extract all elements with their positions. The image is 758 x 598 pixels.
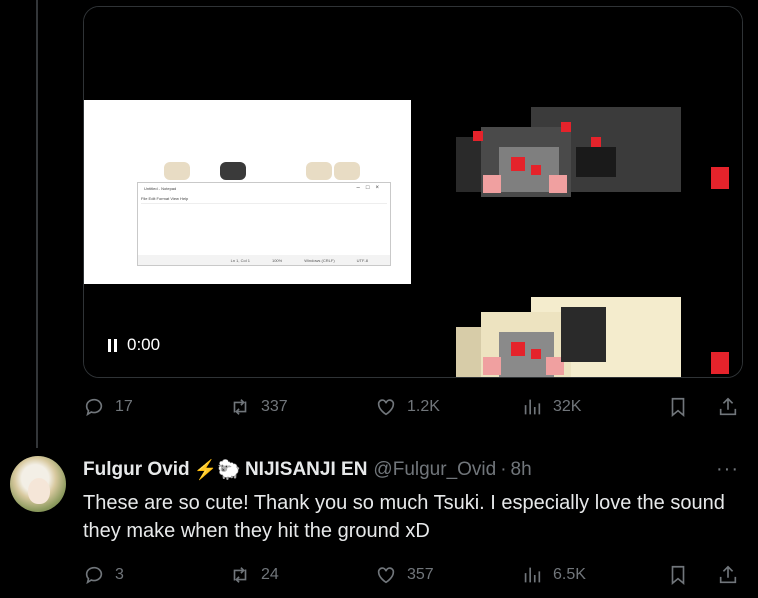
reply-icon [85,566,103,585]
pixel-sheep-art [456,107,729,377]
notepad-menu: File Edit Format View Help [141,196,189,201]
org-name: NIJISANJI EN [244,459,368,480]
notepad-window: Untitled - Notepad –□× File Edit Format … [137,182,391,266]
views-count: 32K [553,398,582,415]
reply-button[interactable]: 17 [83,396,133,418]
views-button[interactable]: 6.5K [521,564,586,586]
video-desktop-preview: Untitled - Notepad –□× File Edit Format … [84,100,411,284]
avatar[interactable] [10,456,66,512]
handle[interactable]: @Fulgur_Ovid [373,459,496,481]
reply-tweet-actions: 3 24 357 6.5K [83,564,743,592]
name-emoji: ⚡🐑 [193,460,241,481]
pixel-sheep-cream [456,297,729,377]
sheep-sprite [164,162,190,180]
status-eol: Windows (CRLF) [304,257,335,263]
repost-count: 24 [261,566,279,583]
reply-button[interactable]: 3 [83,564,124,586]
reply-header: Fulgur Ovid ⚡🐑 NIJISANJI EN @Fulgur_Ovid… [83,458,532,482]
display-name[interactable]: Fulgur Ovid [83,459,190,481]
bookmark-icon [671,397,685,418]
like-count: 1.2K [407,398,440,415]
reply-count: 3 [115,566,124,583]
share-icon [719,397,737,416]
video-time: 0:00 [127,335,161,354]
playback-control[interactable]: 0:00 [108,335,160,355]
views-icon [524,567,541,583]
repost-icon [233,399,247,415]
tweet-actions: 17 337 1.2K 32K [83,396,743,424]
bookmark-icon [671,565,685,586]
video-player[interactable]: Untitled - Notepad –□× File Edit Format … [83,6,743,378]
reply-icon [85,398,103,417]
notepad-statusbar: Ln 1, Col 1 100% Windows (CRLF) UTF-8 [138,255,390,265]
sheep-sprite [220,162,246,180]
heart-icon [377,567,395,584]
like-button[interactable]: 357 [375,564,434,586]
like-button[interactable]: 1.2K [375,396,440,418]
timestamp[interactable]: 8h [511,459,532,481]
share-button[interactable] [717,396,739,418]
repost-count: 337 [261,398,288,415]
views-count: 6.5K [553,566,586,583]
bookmark-button[interactable] [667,564,689,586]
bookmark-button[interactable] [667,396,689,418]
more-options-icon[interactable]: ··· [716,458,739,481]
pause-icon[interactable] [108,338,117,352]
like-count: 357 [407,566,434,583]
status-encoding: UTF-8 [356,257,368,263]
video-frame-left: Untitled - Notepad –□× File Edit Format … [84,7,411,377]
reply-text: These are so cute! Thank you so much Tsu… [83,492,725,542]
window-controls: –□× [356,185,385,191]
sheep-sprite [334,162,360,180]
status-zoom: 100% [271,257,283,263]
reply-count: 17 [115,398,133,415]
repost-button[interactable]: 337 [229,396,288,418]
thread-line [36,0,38,448]
share-button[interactable] [717,564,739,586]
pixel-sheep-dark [456,107,729,197]
sheep-sprite [306,162,332,180]
repost-icon [233,567,247,583]
repost-button[interactable]: 24 [229,564,279,586]
video-frame-right [411,7,742,377]
notepad-title: Untitled - Notepad [144,186,177,191]
status-position: Ln 1, Col 1 [230,257,250,263]
views-button[interactable]: 32K [521,396,581,418]
views-icon [524,399,541,415]
notepad-edit-area [141,203,387,252]
heart-icon [377,399,395,416]
share-icon [719,565,737,584]
dot-separator: · [500,459,507,480]
